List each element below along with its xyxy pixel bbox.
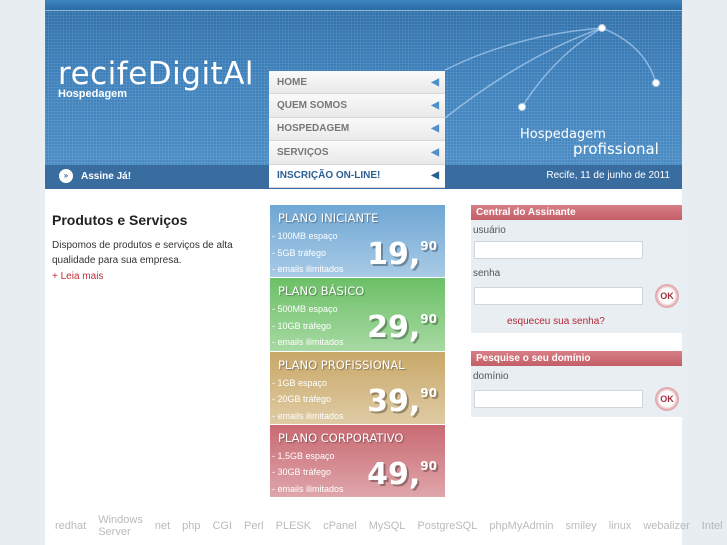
price-decimal: 90: [420, 312, 437, 327]
menu-item-servicos[interactable]: SERVIÇOS ◀: [269, 141, 445, 165]
logo-windows-server-icon: Windows Server: [98, 514, 143, 538]
read-more-link[interactable]: + Leia mais: [52, 271, 262, 282]
logo-intel-icon: Intel: [701, 520, 723, 532]
triangle-left-icon: ◀: [431, 170, 439, 182]
logo-cpanel-icon: cPanel: [323, 520, 357, 532]
tagline-line-2: profissional: [573, 140, 659, 158]
plan-card[interactable]: PLANO BÁSICO - 500MB espaço - 10GB tráfego…: [270, 278, 445, 352]
plan-title: PLANO CORPORATIVO: [278, 430, 404, 445]
menu-label: QUEM SOMOS: [277, 100, 348, 112]
logo-postgresql-icon: PostgreSQL: [417, 520, 478, 532]
arrow-circle-icon: »: [59, 169, 73, 183]
logo-webalizer-icon: webalizer: [643, 520, 690, 532]
user-label: usuário: [473, 225, 506, 236]
login-title: Central do Assinante: [471, 205, 682, 220]
plan-card[interactable]: PLANO PROFISSIONAL - 1GB espaço - 20GB trá…: [270, 351, 445, 425]
forgot-password-link[interactable]: esqueceu sua senha?: [471, 308, 682, 327]
logo[interactable]: recifeDigitAl Hospedagem: [58, 56, 254, 100]
menu-item-hospedagem[interactable]: HOSPEDAGEM ◀: [269, 117, 445, 142]
plan-title: PLANO BÁSICO: [278, 284, 365, 299]
username-input[interactable]: [474, 241, 643, 259]
products-title: Produtos e Serviços: [52, 212, 188, 228]
plan-price: 29,90: [367, 310, 437, 345]
domain-ok-button[interactable]: OK: [655, 387, 679, 411]
triangle-left-icon: ◀: [431, 123, 439, 135]
plan-price: 49,90: [367, 457, 437, 492]
menu-label: SERVIÇOS: [277, 146, 329, 158]
menu-label: HOME: [277, 76, 307, 88]
products-section: Produtos e Serviços Dispomos de produtos…: [52, 212, 262, 282]
price-decimal: 90: [420, 458, 437, 473]
triangle-left-icon: ◀: [431, 76, 439, 88]
domain-label: domínio: [473, 371, 509, 382]
logo-mysql-icon: MySQL: [368, 520, 406, 532]
password-input[interactable]: [474, 287, 643, 305]
plan-card[interactable]: PLANO INICIANTE - 100MB espaço - 5GB tráfe…: [270, 205, 445, 279]
plans-list: PLANO INICIANTE - 100MB espaço - 5GB tráfe…: [270, 205, 445, 499]
main-menu: HOME ◀ QUEM SOMOS ◀ HOSPEDAGEM ◀ SERVIÇOS ◀ …: [269, 71, 445, 188]
domain-input[interactable]: [474, 390, 643, 408]
logo-php-icon: php: [182, 520, 201, 532]
logo-text: recifeDigitAl: [58, 56, 255, 92]
login-box: Central do Assinante usuário senha OK es…: [471, 205, 682, 333]
menu-item-home[interactable]: HOME ◀: [269, 71, 445, 95]
logo-smiley-icon: smiley: [565, 520, 597, 532]
plan-title: PLANO INICIANTE: [278, 211, 379, 225]
page-container: recifeDigitAl Hospedagem Hospedagem prof…: [45, 0, 723, 545]
logo-cgi-icon: CGI: [212, 520, 233, 532]
price-decimal: 90: [420, 239, 437, 253]
plan-price: 19,90: [367, 237, 437, 272]
assine-label: Assine Já!: [81, 170, 132, 182]
price-decimal: 90: [420, 385, 437, 400]
menu-label: HOSPEDAGEM: [277, 123, 350, 135]
plan-price: 39,90: [367, 384, 437, 419]
triangle-left-icon: ◀: [431, 100, 439, 112]
logo-perl-icon: Perl: [244, 520, 264, 532]
domain-title: Pesquise o seu domínio: [471, 351, 682, 366]
price-integer: 29,: [367, 310, 421, 346]
sidebar: Central do Assinante usuário senha OK es…: [471, 205, 682, 417]
logo-linux-icon: linux: [608, 520, 632, 532]
top-bar: [45, 0, 682, 11]
price-integer: 49,: [367, 456, 421, 492]
login-ok-button[interactable]: OK: [655, 284, 679, 308]
logo-net-icon: net: [154, 520, 171, 532]
assine-link[interactable]: » Assine Já!: [59, 169, 131, 183]
menu-label: INSCRIÇÃO ON-LINE!: [277, 170, 381, 182]
menu-item-inscricao[interactable]: INSCRIÇÃO ON-LINE! ◀: [269, 164, 445, 188]
tagline: Hospedagem profissional: [520, 127, 659, 158]
logo-redhat-icon: redhat: [55, 520, 87, 532]
logo-phpmyadmin-icon: phpMyAdmin: [489, 520, 554, 532]
technology-logos: redhat Windows Server net php CGI Perl PLESK cP…: [55, 514, 727, 538]
date-text: Recife, 11 de junho de 2011: [546, 170, 670, 181]
header: recifeDigitAl Hospedagem Hospedagem prof…: [45, 0, 682, 189]
triangle-left-icon: ◀: [431, 146, 439, 158]
menu-item-quem-somos[interactable]: QUEM SOMOS ◀: [269, 94, 445, 118]
price-integer: 19,: [367, 237, 421, 272]
products-text: Dispomos de produtos e serviços de alta …: [52, 240, 233, 266]
password-label: senha: [473, 268, 501, 279]
plan-title: PLANO PROFISSIONAL: [278, 357, 405, 372]
plan-card[interactable]: PLANO CORPORATIVO - 1,5GB espaço - 30GB tr…: [270, 424, 445, 499]
price-integer: 39,: [367, 383, 421, 419]
domain-box: Pesquise o seu domínio domínio OK: [471, 351, 682, 417]
logo-plesk-icon: PLESK: [275, 520, 312, 532]
